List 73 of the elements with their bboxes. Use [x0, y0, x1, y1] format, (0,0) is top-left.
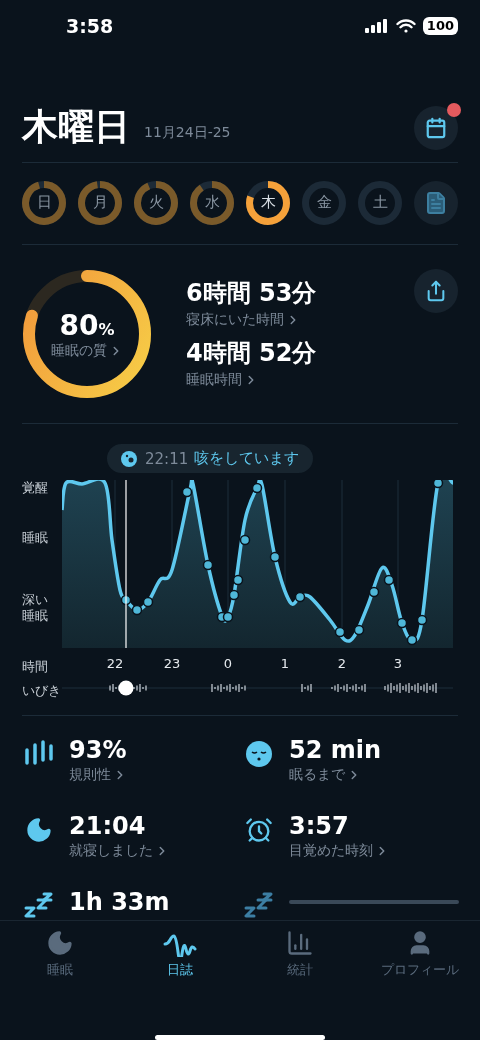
signal-icon [364, 18, 389, 33]
stat-link[interactable]: 目覚めた時刻 [289, 842, 459, 860]
zzz-icon [244, 892, 274, 920]
cough-icon [121, 449, 139, 468]
hour-label: 3 [393, 656, 403, 672]
tab-bar-item[interactable]: 日誌 [120, 929, 240, 981]
moon-icon [46, 929, 74, 957]
moon-icon [25, 816, 53, 844]
stat-value: 52 min [289, 736, 383, 764]
document-icon [424, 190, 448, 215]
day-ring-button[interactable]: 火 [134, 180, 178, 225]
hour-label: 1 [280, 656, 290, 672]
duration-link[interactable]: 睡眠時間 [186, 371, 380, 390]
snore-wave [331, 683, 366, 693]
calendar-button[interactable] [414, 105, 458, 150]
share-icon [425, 280, 447, 303]
tab-bar-item[interactable]: 睡眠 [0, 929, 120, 981]
day-ring-button[interactable]: 木 [246, 180, 290, 225]
stat-link[interactable]: 規則性 [69, 766, 242, 784]
day-ring-button[interactable]: 金 [302, 180, 346, 225]
stat-link[interactable]: 眠るまで [289, 766, 459, 784]
snore-wave [384, 682, 437, 694]
day-progress-ring [22, 180, 66, 225]
regularity-bars-icon [24, 740, 54, 766]
day-ring-button[interactable]: 月 [78, 180, 122, 225]
tooltip-time: 22:11 [145, 449, 189, 468]
stage-label: 睡眠 [22, 530, 49, 546]
calendar-icon [425, 116, 447, 139]
day-ring-button[interactable]: 水 [190, 180, 234, 225]
stat-link[interactable]: 就寝しました [69, 842, 242, 860]
snore-wave [211, 683, 246, 693]
day-title: 木曜日 [22, 105, 130, 150]
sleep-quality-link[interactable]: 睡眠の質 [51, 341, 123, 360]
tooltip-text: 咳をしています [194, 449, 300, 469]
day-ring-button[interactable]: 日 [22, 180, 66, 225]
tab-bar-item[interactable]: 統計 [240, 929, 360, 981]
duration-value: 6時間 53分 [186, 278, 318, 310]
sleep-quality-score: 80% [59, 308, 115, 342]
day-progress-ring [190, 180, 234, 225]
snore-wave [109, 683, 147, 693]
report-button[interactable] [414, 180, 458, 225]
axis-title: 時間 [22, 659, 48, 675]
tab-bar-item[interactable]: プロフィール [360, 929, 480, 981]
duration-value: 4時間 52分 [186, 338, 318, 370]
day-ring-button[interactable]: 土 [358, 180, 402, 225]
alarm-clock-icon [245, 816, 273, 844]
sleepy-face-icon [245, 740, 273, 768]
hour-label: 2 [337, 656, 347, 672]
day-progress-ring [78, 180, 122, 225]
hour-label: 0 [223, 656, 233, 672]
wifi-icon [395, 18, 416, 33]
hour-label: 22 [106, 656, 124, 672]
battery-level: 100 [422, 16, 458, 35]
day-progress-ring [134, 180, 178, 225]
stage-label: 覚醒 [22, 480, 49, 496]
day-progress-ring [302, 180, 346, 225]
date-range: 11月24日-25 [144, 123, 232, 142]
hour-label: 23 [163, 656, 181, 672]
snore-label: いびき [22, 683, 61, 699]
duration-link[interactable]: 寝床にいた時間 [186, 311, 380, 330]
stat-value: 1h 33m [69, 888, 171, 916]
snore-wave [301, 683, 312, 693]
stat-value: 21:04 [69, 812, 147, 840]
snore-playhead-knob[interactable] [118, 680, 134, 696]
bar-chart-icon [286, 929, 314, 957]
share-button[interactable] [414, 269, 458, 314]
zzz-icon [24, 892, 54, 920]
day-progress-ring [358, 180, 402, 225]
stat-value: 3:57 [289, 812, 350, 840]
day-progress-ring [246, 180, 290, 225]
stat-value: 93% [69, 736, 128, 764]
stage-label: 深い睡眠 [22, 592, 49, 624]
status-time: 3:58 [66, 14, 114, 37]
